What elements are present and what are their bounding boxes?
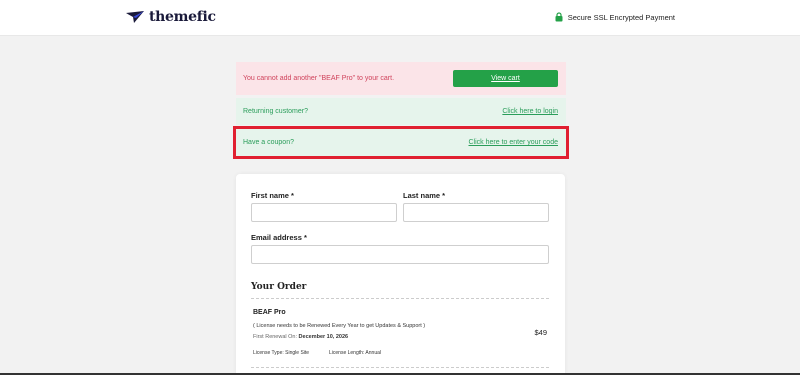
coupon-text: Have a coupon? — [243, 139, 294, 146]
license-note: ( License needs to be Renewed Every Year… — [253, 323, 426, 329]
first-name-label: First name * — [251, 191, 294, 200]
first-name-field[interactable] — [251, 203, 397, 222]
view-cart-button[interactable]: View cart — [453, 70, 558, 87]
license-length: License Length: Annual — [329, 350, 381, 356]
product-price: $49 — [534, 328, 547, 337]
cart-error-text: You cannot add another "BEAF Pro" to you… — [243, 75, 395, 82]
login-link[interactable]: Click here to login — [502, 108, 558, 115]
returning-customer-notice: Returning customer? Click here to login — [236, 98, 566, 125]
enter-coupon-link[interactable]: Click here to enter your code — [469, 139, 559, 146]
lock-icon — [555, 12, 563, 22]
coupon-notice: Have a coupon? Click here to enter your … — [236, 129, 566, 156]
renewal-label: First Renewal On: — [253, 334, 298, 340]
renewal-info: First Renewal On: December 10, 2026 — [253, 334, 348, 340]
email-label: Email address * — [251, 233, 307, 242]
email-field[interactable] — [251, 245, 549, 264]
ssl-text: Secure SSL Encrypted Payment — [567, 12, 675, 22]
last-name-field[interactable] — [403, 203, 549, 222]
brand-name: themefic — [149, 9, 216, 25]
last-name-label: Last name * — [403, 191, 446, 200]
checkout-form-card: First name * Last name * Email address *… — [236, 174, 565, 375]
order-section-title: Your Order — [251, 282, 307, 292]
returning-customer-text: Returning customer? — [243, 108, 308, 115]
renewal-date: December 10, 2026 — [298, 334, 349, 340]
cart-error-notice: You cannot add another "BEAF Pro" to you… — [236, 62, 566, 95]
ssl-badge: Secure SSL Encrypted Payment — [555, 12, 675, 22]
site-header: themefic Secure SSL Encrypted Payment — [0, 0, 800, 36]
order-divider — [251, 298, 549, 299]
brand-logo[interactable]: themefic — [125, 9, 216, 25]
paper-plane-logo-icon — [126, 11, 144, 23]
order-item-divider — [251, 367, 549, 368]
license-type: License Type: Single Site — [253, 350, 310, 356]
product-name: BEAF Pro — [253, 309, 286, 316]
